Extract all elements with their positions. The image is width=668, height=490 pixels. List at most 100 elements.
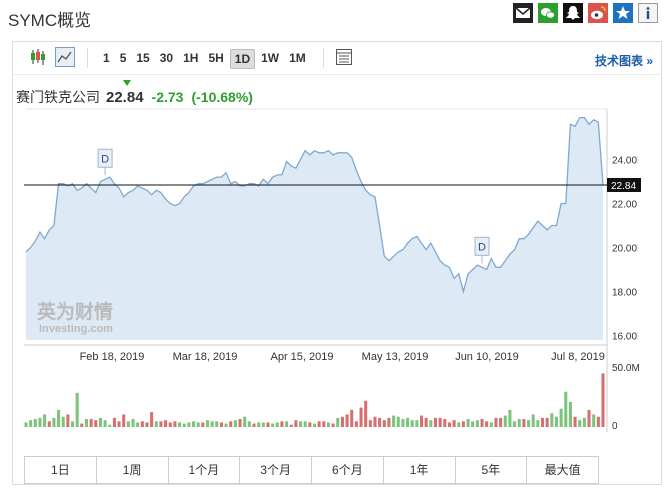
volume-bar xyxy=(98,417,102,427)
volume-bar xyxy=(94,420,98,427)
volume-bar xyxy=(89,419,93,427)
x-tick-label: Jul 8, 2019 xyxy=(551,351,605,363)
x-tick-label: Jun 10, 2019 xyxy=(455,351,519,363)
range-1w[interactable]: 1周 xyxy=(97,457,169,483)
volume-bar xyxy=(47,421,51,427)
volume-bar xyxy=(205,420,210,427)
y-tick-label: 20.00 xyxy=(612,244,637,255)
volume-bar xyxy=(494,417,498,427)
volume-bar xyxy=(247,421,251,427)
volume-bar xyxy=(271,423,275,427)
volume-bar xyxy=(540,417,545,427)
volume-bar xyxy=(522,419,526,427)
volume-bar xyxy=(187,422,191,427)
volume-bar xyxy=(75,392,79,427)
volume-bar xyxy=(568,401,572,427)
volume-bar xyxy=(559,408,563,427)
volume-bar xyxy=(191,421,196,427)
volume-bar xyxy=(164,420,168,427)
volume-bar xyxy=(359,407,363,427)
x-tick-label: May 13, 2019 xyxy=(362,351,429,363)
range-5y[interactable]: 5年 xyxy=(456,457,528,483)
dividend-marker-label: D xyxy=(478,241,486,253)
volume-bar xyxy=(61,416,65,427)
price-chart: 英为财情 Investing.com 22.84 D D 16.00 18.00 20… xyxy=(24,108,641,432)
volume-bar xyxy=(294,420,298,427)
volume-bar xyxy=(466,419,470,427)
volume-bar xyxy=(150,412,154,427)
volume-bar xyxy=(112,417,116,427)
volume-bar xyxy=(536,420,540,427)
y-tick-label: 16.00 xyxy=(612,332,637,343)
volume-bar xyxy=(545,417,549,427)
range-6m[interactable]: 6个月 xyxy=(312,457,384,483)
volume-bar xyxy=(210,421,214,427)
volume-bar xyxy=(182,423,186,427)
dividend-marker-label: D xyxy=(101,153,109,165)
volume-bar xyxy=(322,421,326,427)
volume-bar xyxy=(429,420,433,427)
volume-bar xyxy=(392,415,396,427)
volume-bar xyxy=(424,417,428,427)
watermark-en: Investing.com xyxy=(39,323,113,335)
volume-bar xyxy=(401,419,405,427)
volume-bar xyxy=(485,421,489,427)
volume-bar xyxy=(550,413,554,427)
volume-bar xyxy=(601,373,605,427)
volume-bar xyxy=(461,421,465,427)
volume-bar xyxy=(596,416,600,427)
volume-bar xyxy=(261,422,265,427)
range-1d[interactable]: 1日 xyxy=(25,457,97,483)
volume-bar xyxy=(350,409,354,427)
volume-bar xyxy=(229,421,233,427)
volume-bar xyxy=(312,423,317,427)
volume-bar xyxy=(447,422,451,427)
volume-bar xyxy=(52,417,56,427)
y-tick-label: 18.00 xyxy=(612,288,637,299)
volume-bar xyxy=(387,417,391,427)
volume-bar xyxy=(57,409,61,427)
volume-bar xyxy=(517,419,521,427)
volume-max-label: 50.0M xyxy=(612,363,640,374)
volume-bar xyxy=(285,421,289,427)
x-tick-label: Feb 18, 2019 xyxy=(80,351,145,363)
volume-bar xyxy=(43,414,47,427)
volume-bar xyxy=(480,419,484,427)
volume-bar xyxy=(66,414,70,427)
range-1m[interactable]: 1个月 xyxy=(169,457,241,483)
range-1y[interactable]: 1年 xyxy=(384,457,456,483)
volume-bar xyxy=(196,422,200,427)
range-selector: 1日 1周 1个月 3个月 6个月 1年 5年 最大值 xyxy=(24,456,599,484)
volume-bar xyxy=(489,422,493,427)
volume-bar xyxy=(503,415,507,427)
volume-bar xyxy=(396,416,400,427)
range-3m[interactable]: 3个月 xyxy=(240,457,312,483)
volume-bar xyxy=(289,424,293,427)
volume-bar xyxy=(280,421,284,427)
volume-bar xyxy=(145,422,149,427)
volume-bar xyxy=(443,419,447,427)
volume-bar xyxy=(29,420,33,427)
volume-bar xyxy=(419,415,424,427)
volume-bar xyxy=(582,417,586,427)
volume-bar xyxy=(410,420,414,427)
volume-bar xyxy=(317,421,321,427)
volume-zero-label: 0 xyxy=(612,421,618,432)
volume-bar xyxy=(340,416,344,427)
volume-bar xyxy=(564,391,568,427)
range-max[interactable]: 最大值 xyxy=(527,457,598,483)
volume-bar xyxy=(578,420,582,427)
volume-bar xyxy=(71,421,75,427)
volume-bar xyxy=(243,416,247,427)
watermark-cn: 英为财情 xyxy=(37,300,113,323)
volume-bar xyxy=(438,417,442,427)
volume-bar xyxy=(508,409,512,427)
volume-bar xyxy=(406,417,410,427)
volume-bar xyxy=(257,422,261,427)
volume-bar xyxy=(475,420,479,427)
volume-bar xyxy=(326,422,330,427)
volume-bar xyxy=(108,424,112,427)
volume-bar xyxy=(364,400,368,427)
volume-bar xyxy=(592,414,596,427)
volume-bar xyxy=(173,421,177,427)
